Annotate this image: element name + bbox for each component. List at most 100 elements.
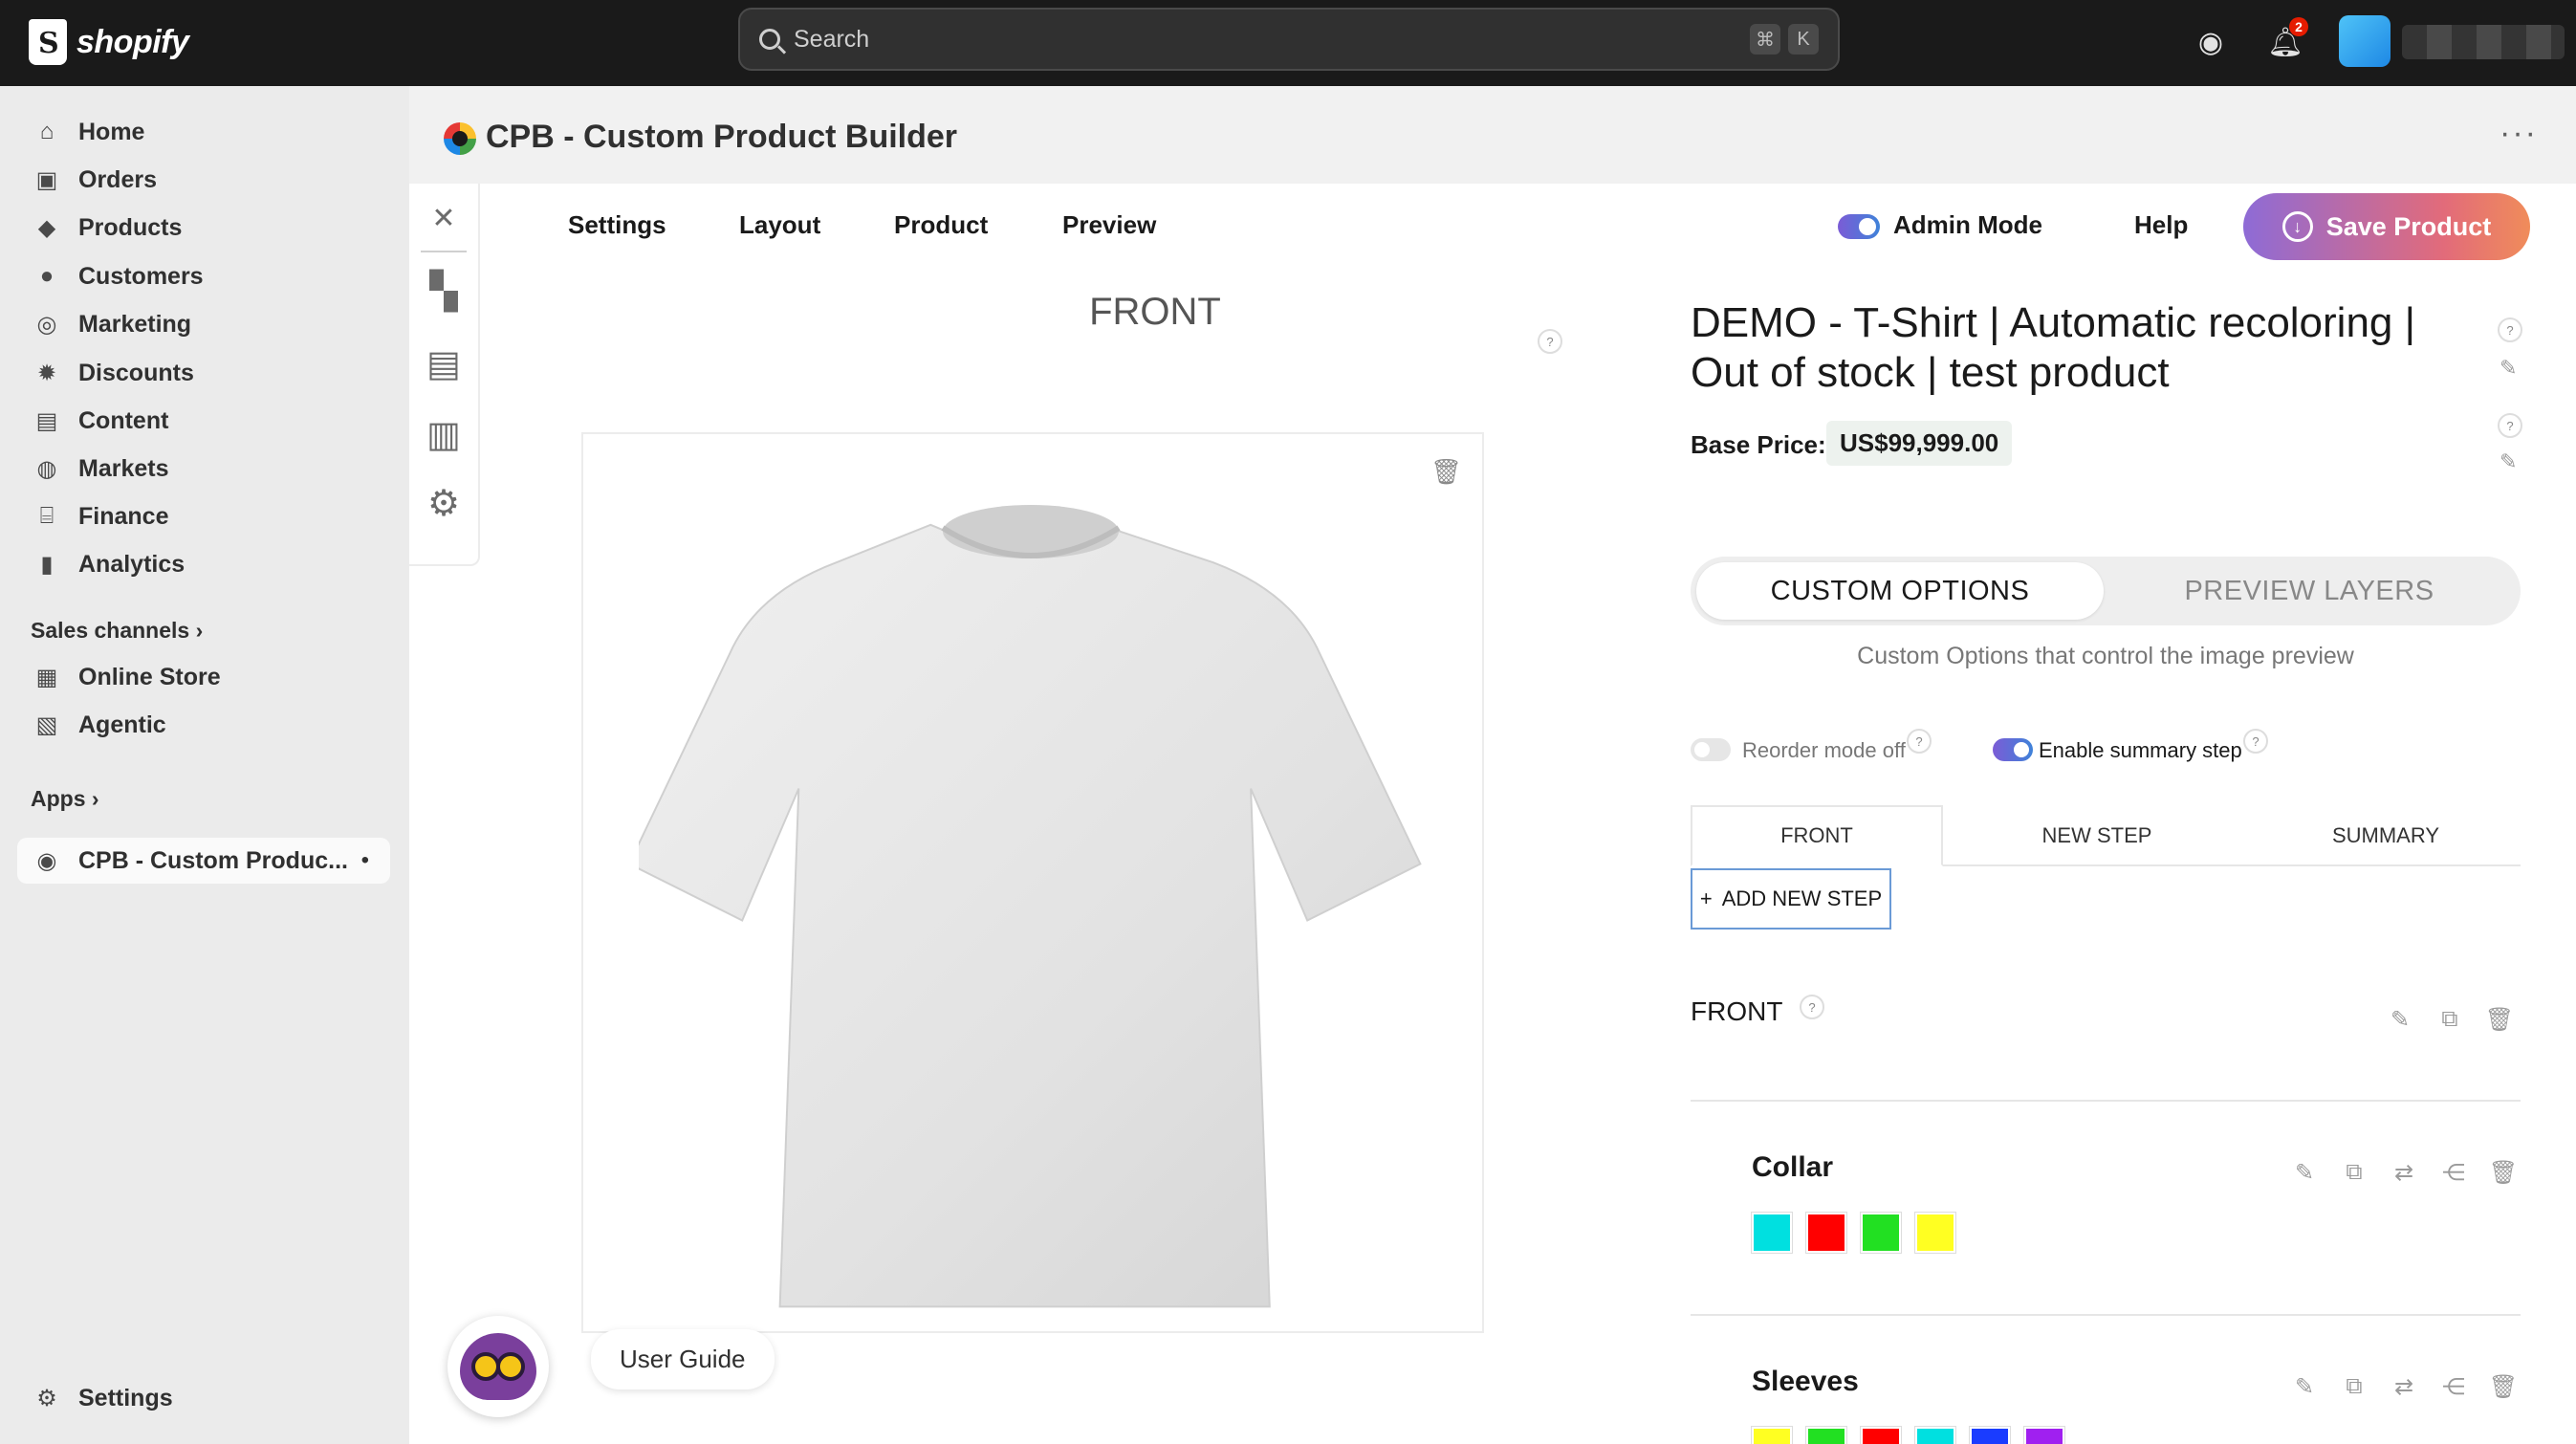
sidebar-item-home[interactable]: ⌂ Home [17,109,390,155]
shopify-logo[interactable]: shopify [29,15,189,69]
sidebar-item-settings[interactable]: ⚙ Settings [17,1375,390,1421]
close-icon[interactable]: ✕ [423,197,465,239]
help-tooltip-icon[interactable]: ? [1800,995,1824,1019]
discount-icon: ✹ [36,360,57,386]
globe-icon: ◍ [36,455,57,482]
color-swatch[interactable] [1914,1426,1956,1444]
swap-icon[interactable]: ⇄ [2390,1373,2417,1400]
cpb-logo-icon [444,122,476,155]
trash-icon[interactable]: 🗑︎ [2489,1159,2518,1186]
sidebar-item-online-store[interactable]: ▦ Online Store [17,654,390,700]
trash-icon[interactable]: 🗑︎ [2489,1373,2518,1400]
sidekick-icon[interactable]: ◉ [2190,21,2232,63]
segment-preview-layers[interactable]: PREVIEW LAYERS [2106,562,2513,620]
list-settings-icon[interactable]: ▤ [423,342,465,384]
preview-settings-icon[interactable]: ▥ [423,413,465,455]
product-title: DEMO - T-Shirt | Automatic recoloring | … [1691,298,2475,398]
help-tooltip-icon[interactable]: ? [2498,413,2522,438]
person-icon: ● [39,263,55,289]
edit-pencil-icon[interactable]: ✎ [2291,1373,2318,1400]
sidebar-item-products[interactable]: ◆ Products [17,205,390,251]
search-placeholder: Search [794,25,870,53]
edit-pencil-icon[interactable]: ✎ [2387,1006,2413,1033]
plus-icon: + [1699,886,1713,910]
logic-tree-icon[interactable]: ⋲ [2440,1373,2467,1400]
edit-pencil-icon[interactable]: ✎ [2500,356,2517,381]
color-swatch[interactable] [1751,1212,1793,1254]
help-tooltip-icon[interactable]: ? [1907,729,1932,754]
store-avatar[interactable] [2339,15,2390,67]
cpb-app-icon: ◉ [36,847,57,874]
color-swatch[interactable] [1805,1426,1847,1444]
store-name-redacted[interactable] [2402,25,2565,59]
home-icon: ⌂ [39,119,55,144]
duplicate-icon[interactable]: ⧉ [2341,1159,2368,1186]
help-link[interactable]: Help [2134,210,2188,240]
sidebar-item-finance[interactable]: ⌸ Finance [17,493,390,539]
user-guide-button[interactable]: User Guide [591,1329,775,1389]
step-tab-new-step[interactable]: NEW STEP [1962,805,2232,866]
search-bar[interactable]: Search ⌘ K [738,8,1840,71]
user-guide-mascot[interactable] [448,1316,549,1417]
options-segmented-control: CUSTOM OPTIONS PREVIEW LAYERS [1691,557,2521,625]
sidebar-item-label: Orders [78,165,157,193]
admin-mode-label: Admin Mode [1893,210,2042,239]
sidebar-item-label: Finance [78,502,169,530]
sidebar-item-agentic[interactable]: ▧ Agentic [17,702,390,748]
sidebar-item-analytics[interactable]: ▮ Analytics [17,541,390,587]
help-tooltip-icon[interactable]: ? [2498,317,2522,342]
sales-channels-header[interactable]: Sales channels › [31,618,203,644]
dashboard-icon[interactable]: ▚ [423,270,465,312]
sidebar-item-orders[interactable]: ▣ Orders [17,157,390,203]
product-title-line-2: Out of stock | test product [1691,349,2170,396]
duplicate-icon[interactable]: ⧉ [2341,1373,2368,1400]
tab-settings[interactable]: Settings [568,210,666,240]
tab-preview[interactable]: Preview [1062,210,1156,240]
logic-tree-icon[interactable]: ⋲ [2440,1159,2467,1186]
color-swatch[interactable] [1860,1426,1902,1444]
bar-chart-icon: ▮ [40,551,54,578]
product-title-line-1: DEMO - T-Shirt | Automatic recoloring | [1691,299,2416,346]
color-swatch[interactable] [1751,1426,1793,1444]
color-swatch[interactable] [1969,1426,2011,1444]
tab-product[interactable]: Product [894,210,988,240]
trash-icon[interactable]: 🗑︎ [2485,1006,2514,1033]
color-swatch[interactable] [1914,1212,1956,1254]
notification-bell-icon[interactable]: 🔔︎ 2 [2264,17,2308,63]
color-swatch[interactable] [2023,1426,2065,1444]
sidebar-item-customers[interactable]: ● Customers [17,253,390,299]
sidebar-item-discounts[interactable]: ✹ Discounts [17,350,390,396]
step-tab-summary[interactable]: SUMMARY [2251,805,2521,866]
color-swatch[interactable] [1805,1212,1847,1254]
trash-icon[interactable]: 🗑︎ [1430,457,1462,487]
reorder-mode-toggle[interactable] [1691,738,1731,761]
apps-header[interactable]: Apps › [31,786,99,812]
add-new-step-button[interactable]: + ADD NEW STEP [1691,868,1891,930]
sidebar-item-cpb-app[interactable]: ◉ CPB - Custom Produc... • [17,838,390,884]
more-actions-icon[interactable]: ··· [2500,115,2538,152]
sidebar-item-content[interactable]: ▤ Content [17,398,390,444]
edit-pencil-icon[interactable]: ✎ [2291,1159,2318,1186]
step-tab-front[interactable]: FRONT [1691,805,1943,866]
admin-mode-toggle[interactable] [1838,214,1880,239]
sidebar-item-markets[interactable]: ◍ Markets [17,446,390,492]
edit-pencil-icon[interactable]: ✎ [2500,449,2517,474]
pin-dot-icon[interactable]: • [361,847,369,874]
notification-badge: 2 [2289,17,2308,36]
help-tooltip-icon[interactable]: ? [2243,729,2268,754]
option-title-sleeves: Sleeves [1752,1366,1859,1397]
summary-step-toggle[interactable] [1993,738,2033,761]
option-actions: ✎ ⧉ ⇄ ⋲ 🗑︎ [2291,1373,2518,1400]
gear-icon: ⚙ [36,1385,57,1411]
swap-icon[interactable]: ⇄ [2390,1159,2417,1186]
base-price-label: Base Price: [1691,430,1826,459]
sidebar-item-marketing[interactable]: ◎ Marketing [17,301,390,347]
gear-icon[interactable]: ⚙ [423,482,465,524]
search-icon [759,29,780,50]
segment-custom-options[interactable]: CUSTOM OPTIONS [1696,562,2104,620]
color-swatch[interactable] [1860,1212,1902,1254]
help-tooltip-icon[interactable]: ? [1538,329,1562,354]
tab-layout[interactable]: Layout [739,210,820,240]
duplicate-icon[interactable]: ⧉ [2436,1006,2463,1033]
save-product-button[interactable]: ↓ Save Product [2243,193,2530,260]
